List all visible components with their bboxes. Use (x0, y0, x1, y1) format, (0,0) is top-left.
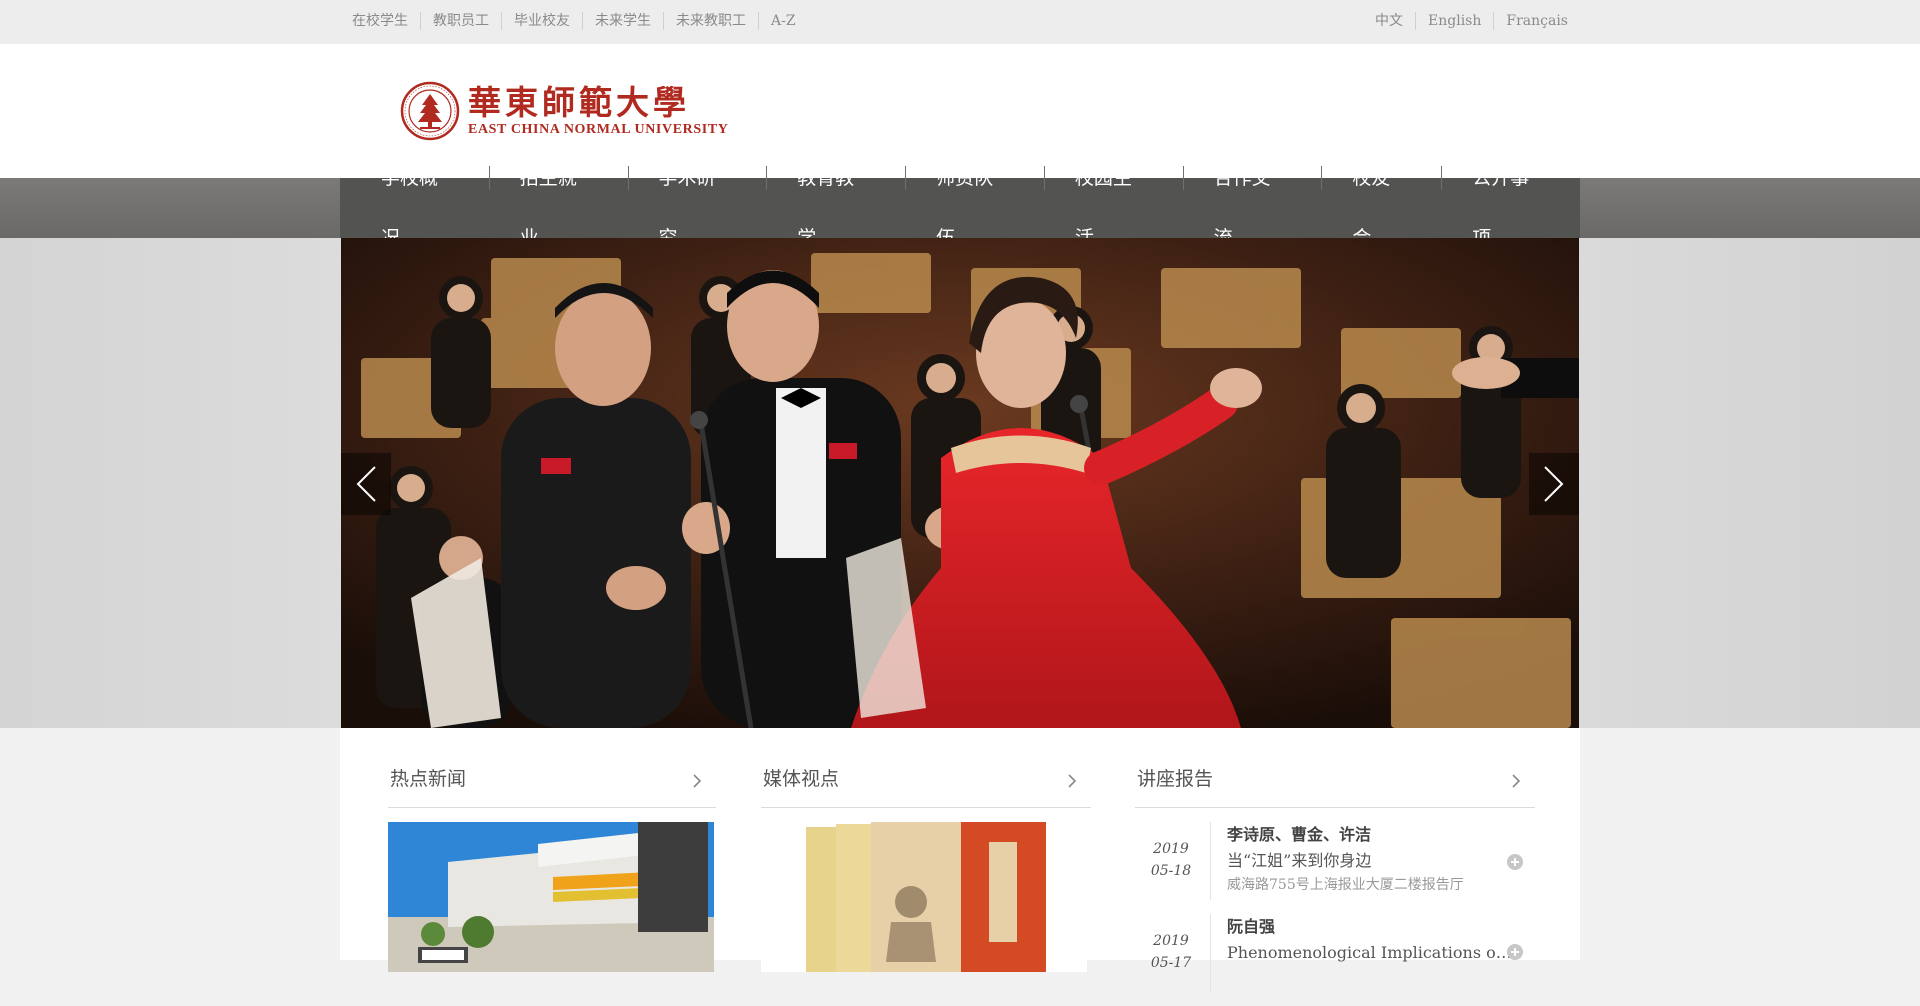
lecture-item[interactable]: 2019 05-18 李诗原、曹金、许洁 当“江姐”来到你身边 威海路755号上… (1135, 822, 1535, 914)
lecture-title[interactable]: Phenomenological Implications of G2... (1227, 940, 1515, 965)
media-section: 媒体视点 (761, 766, 1091, 972)
hero-slider[interactable] (341, 238, 1579, 728)
lecture-list: 2019 05-18 李诗原、曹金、许洁 当“江姐”来到你身边 威海路755号上… (1135, 822, 1535, 1006)
link-staff[interactable]: 教职员工 (420, 12, 501, 30)
slide-image-concert (341, 238, 1579, 728)
hot-news-section: 热点新闻 (388, 766, 716, 972)
chevron-left-icon (356, 466, 376, 502)
top-utility-bar: 在校学生 教职员工 毕业校友 未来学生 未来教职工 A-Z 中文 English… (0, 0, 1920, 44)
media-image (761, 822, 1087, 972)
section-header: 热点新闻 (388, 766, 716, 808)
university-seal-icon (400, 81, 460, 141)
plus-icon[interactable] (1507, 854, 1523, 870)
hero-slider-band (0, 238, 1920, 728)
language-switcher: 中文 English Français (1363, 12, 1568, 30)
section-title[interactable]: 热点新闻 (390, 766, 466, 792)
link-a-z[interactable]: A-Z (758, 12, 808, 30)
news-image (388, 822, 714, 972)
lang-chinese[interactable]: 中文 (1363, 12, 1415, 30)
content-area: 热点新闻 媒体视点 讲座报告 2019 05-18 李诗原、曹金、许洁 当“江姐… (340, 728, 1580, 992)
link-alumni[interactable]: 毕业校友 (501, 12, 582, 30)
logo-chinese-name: 華東師範大學 (468, 83, 690, 122)
section-header: 媒体视点 (761, 766, 1091, 808)
plus-icon[interactable] (1507, 944, 1523, 960)
lecture-venue: 威海路755号上海报业大厦二楼报告厅 (1227, 877, 1464, 893)
main-nav: 学校概况 招生就业 学术研究 教育教学 师资队伍 校园生活 合作交流 校友会 公… (340, 166, 1580, 249)
more-arrow-icon[interactable] (1509, 774, 1523, 788)
divider (1210, 822, 1211, 900)
lecture-title[interactable]: 当“江姐”来到你身边 (1227, 848, 1515, 873)
lecture-day: 05-18 (1150, 863, 1192, 879)
logo-english-name: EAST CHINA NORMAL UNIVERSITY (468, 122, 729, 137)
lecture-year: 2019 (1153, 933, 1189, 949)
slider-next-button[interactable] (1529, 453, 1579, 515)
lecture-year: 2019 (1153, 841, 1189, 857)
news-thumbnail[interactable] (388, 822, 714, 972)
lecture-speaker: 阮自强 (1227, 917, 1276, 936)
section-title[interactable]: 讲座报告 (1137, 766, 1213, 792)
link-future-students[interactable]: 未来学生 (582, 12, 663, 30)
lecture-speaker: 李诗原、曹金、许洁 (1227, 825, 1372, 844)
link-future-staff[interactable]: 未来教职工 (663, 12, 758, 30)
audience-links: 在校学生 教职员工 毕业校友 未来学生 未来教职工 A-Z (352, 12, 808, 30)
section-title[interactable]: 媒体视点 (763, 766, 839, 792)
university-logo[interactable]: 華東師範大學 EAST CHINA NORMAL UNIVERSITY (400, 79, 760, 143)
lecture-day: 05-17 (1150, 955, 1192, 971)
lecture-item[interactable]: 2019 05-17 阮自强 Phenomenological Implicat… (1135, 914, 1535, 1006)
lang-french[interactable]: Français (1493, 12, 1568, 30)
lang-english[interactable]: English (1415, 12, 1493, 30)
media-thumbnail[interactable] (761, 822, 1087, 972)
divider (1210, 914, 1211, 992)
lecture-date: 2019 05-17 (1135, 930, 1207, 974)
lecture-date: 2019 05-18 (1135, 838, 1207, 882)
more-arrow-icon[interactable] (690, 774, 704, 788)
lectures-section: 讲座报告 2019 05-18 李诗原、曹金、许洁 当“江姐”来到你身边 威海路… (1135, 766, 1535, 1006)
main-nav-band: 学校概况 招生就业 学术研究 教育教学 师资队伍 校园生活 合作交流 校友会 公… (0, 166, 1920, 249)
section-header: 讲座报告 (1135, 766, 1535, 808)
link-current-students[interactable]: 在校学生 (352, 12, 420, 30)
slider-prev-button[interactable] (341, 453, 391, 515)
more-arrow-icon[interactable] (1065, 774, 1079, 788)
chevron-right-icon (1544, 466, 1564, 502)
